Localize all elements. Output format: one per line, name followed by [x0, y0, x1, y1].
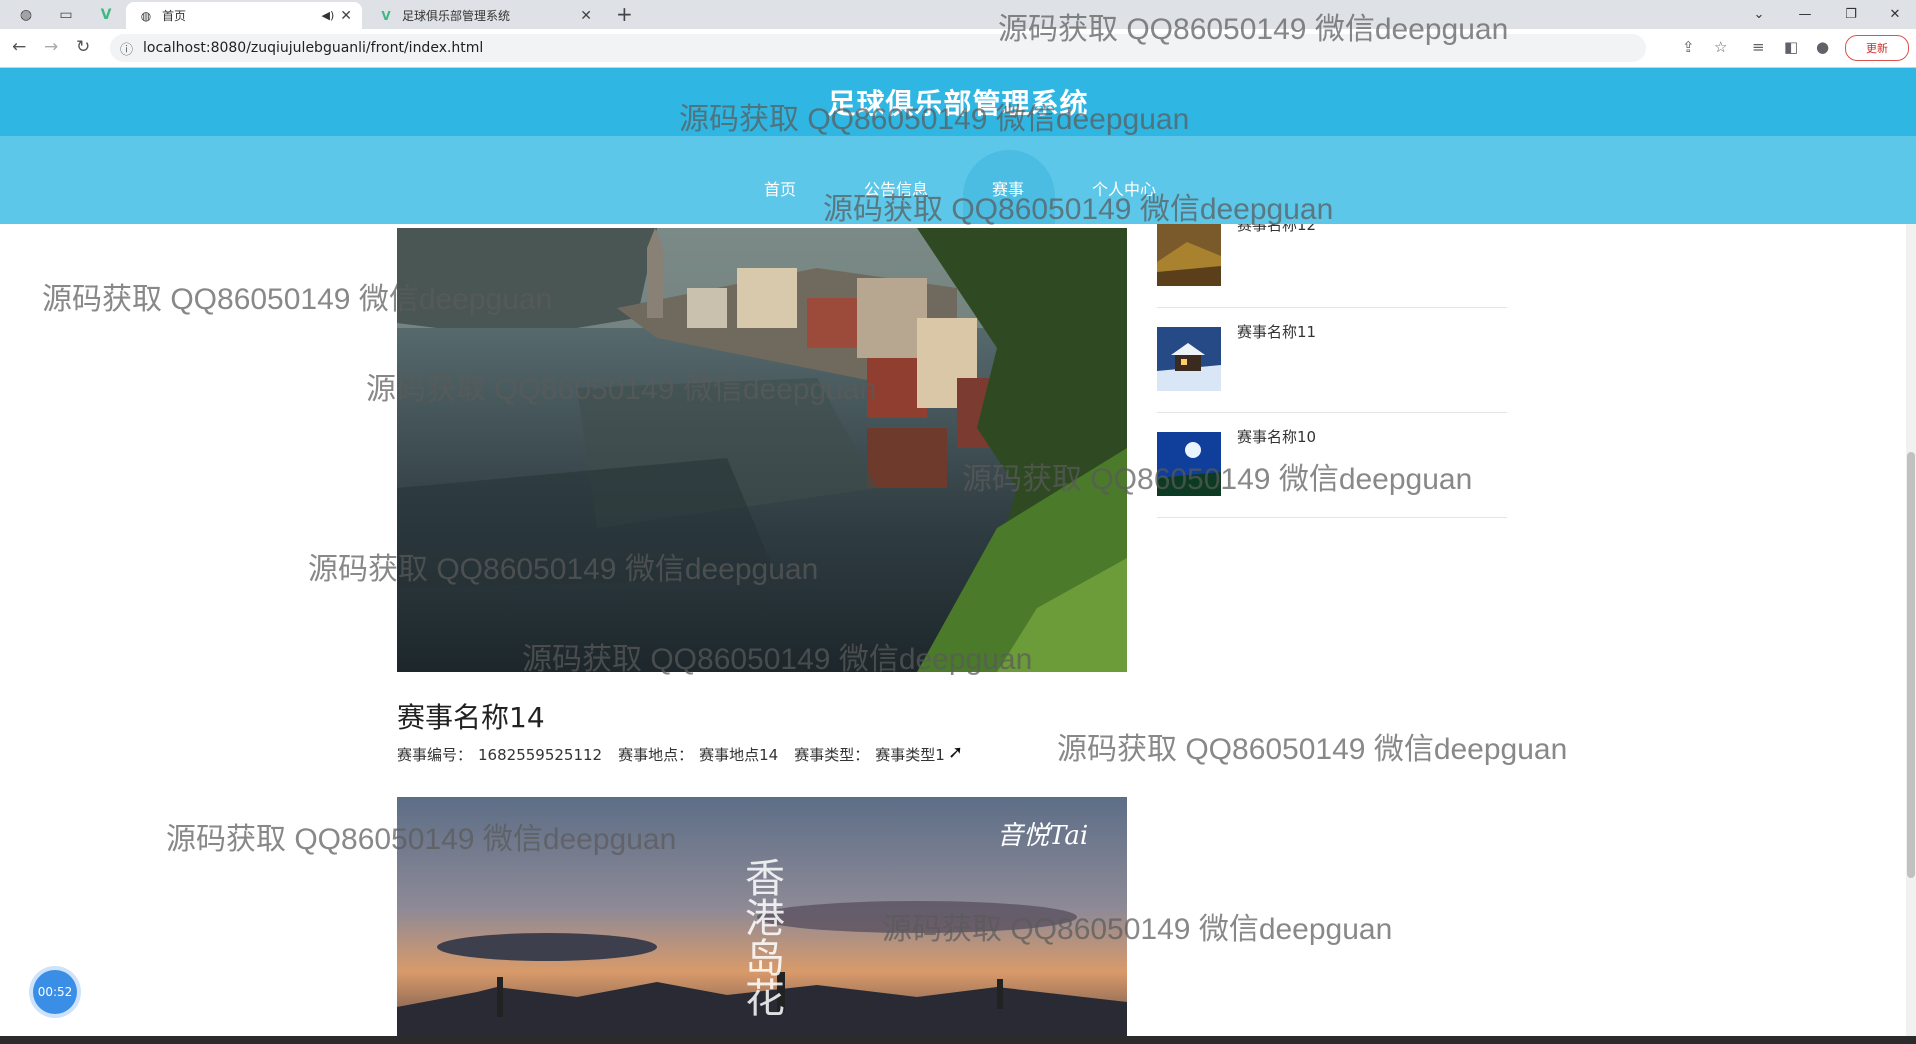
bottom-bar: [0, 1036, 1916, 1044]
close-window-button[interactable]: ✕: [1872, 0, 1916, 29]
match-name[interactable]: 赛事名称10: [1237, 426, 1316, 447]
image-tag-text: 音悦Tai: [997, 821, 1089, 851]
match-image[interactable]: [397, 228, 1127, 672]
globe-icon: ◍: [140, 8, 152, 23]
tab-search-icon[interactable]: ⌄: [1736, 0, 1782, 29]
match-type: 赛事类型1: [875, 746, 945, 764]
match-thumbnail[interactable]: [1157, 224, 1221, 286]
new-tab-button[interactable]: +: [616, 2, 633, 26]
match-thumbnail[interactable]: [1157, 432, 1221, 496]
pinned-tab-blank-icon[interactable]: ▭: [50, 2, 82, 28]
match-number: 1682559525112: [478, 746, 603, 764]
sidebar-match-item[interactable]: 赛事名称12: [1157, 224, 1507, 308]
match-thumbnail[interactable]: [1157, 327, 1221, 391]
match-name[interactable]: 赛事名称11: [1237, 321, 1316, 342]
update-button[interactable]: 更新: [1845, 35, 1909, 61]
nav-item-matches[interactable]: 赛事: [992, 176, 1024, 200]
back-button[interactable]: ←: [12, 37, 26, 57]
match-type-label: 赛事类型：: [794, 746, 870, 764]
site-info-icon[interactable]: ⓘ: [120, 39, 133, 58]
pinned-tab-vue-icon[interactable]: V: [90, 2, 122, 28]
nav-item-home[interactable]: 首页: [764, 176, 796, 200]
pinned-tab-globe-icon[interactable]: ◍: [10, 2, 42, 28]
profile-avatar-icon[interactable]: ●: [1816, 38, 1829, 56]
scrollbar-thumb[interactable]: [1907, 452, 1915, 878]
image-caption-text: 香港岛花: [738, 857, 784, 1017]
site-nav: [0, 136, 1916, 224]
match-location: 赛事地点14: [699, 746, 779, 764]
match-title[interactable]: 赛事名称14: [397, 696, 545, 736]
url-field[interactable]: ⓘ localhost:8080/zuqiujulebguanli/front/…: [110, 34, 1646, 62]
minimize-button[interactable]: —: [1782, 0, 1828, 29]
url-text: localhost:8080/zuqiujulebguanli/front/in…: [143, 40, 484, 56]
match-name[interactable]: 赛事名称12: [1237, 224, 1316, 235]
tab-title: 足球俱乐部管理系统: [402, 9, 511, 23]
mouse-cursor-icon: ➚: [948, 742, 964, 763]
match-location-label: 赛事地点：: [618, 746, 694, 764]
tab-home[interactable]: ◍ 首页 ◀) ✕: [126, 2, 362, 29]
nav-item-announcements[interactable]: 公告信息: [864, 176, 928, 200]
nav-item-personal-center[interactable]: 个人中心: [1092, 176, 1156, 200]
sidebar-match-item[interactable]: 赛事名称11: [1157, 307, 1507, 413]
reading-list-icon[interactable]: ≡: [1752, 38, 1765, 56]
address-bar-row: ← → ↻ ⓘ localhost:8080/zuqiujulebguanli/…: [0, 29, 1916, 68]
side-panel-icon[interactable]: ◧: [1784, 38, 1798, 56]
speaker-icon[interactable]: ◀): [322, 9, 335, 22]
close-icon[interactable]: ✕: [340, 8, 352, 24]
match-image[interactable]: 香港岛花 音悦Tai: [397, 797, 1127, 1036]
site-header: 足球俱乐部管理系统: [0, 68, 1916, 136]
restore-button[interactable]: ❐: [1828, 0, 1874, 29]
site-title: 足球俱乐部管理系统: [827, 87, 1089, 120]
vue-logo-icon: V: [381, 8, 391, 23]
match-number-label: 赛事编号：: [397, 746, 473, 764]
recording-timer[interactable]: 00:52: [33, 970, 77, 1014]
sidebar-match-item[interactable]: 赛事名称10: [1157, 412, 1507, 518]
share-icon[interactable]: ⇪: [1682, 38, 1695, 56]
tab-club-system[interactable]: V 足球俱乐部管理系统 ✕: [366, 2, 602, 29]
close-icon[interactable]: ✕: [580, 8, 592, 24]
tab-title: 首页: [162, 9, 187, 23]
forward-button[interactable]: →: [44, 37, 58, 57]
browser-tab-bar: ◍ ▭ V ◍ 首页 ◀) ✕ V 足球俱乐部管理系统 ✕ + ⌄ — ❐ ✕: [0, 0, 1916, 29]
bookmark-star-icon[interactable]: ☆: [1714, 38, 1727, 56]
main-content: 赛事名称14 赛事编号： 1682559525112 赛事地点： 赛事地点14 赛事类型…: [0, 224, 1906, 1036]
match-meta: 赛事编号： 1682559525112 赛事地点： 赛事地点14 赛事类型： 赛事类型1: [397, 744, 951, 765]
reload-button[interactable]: ↻: [76, 37, 90, 57]
